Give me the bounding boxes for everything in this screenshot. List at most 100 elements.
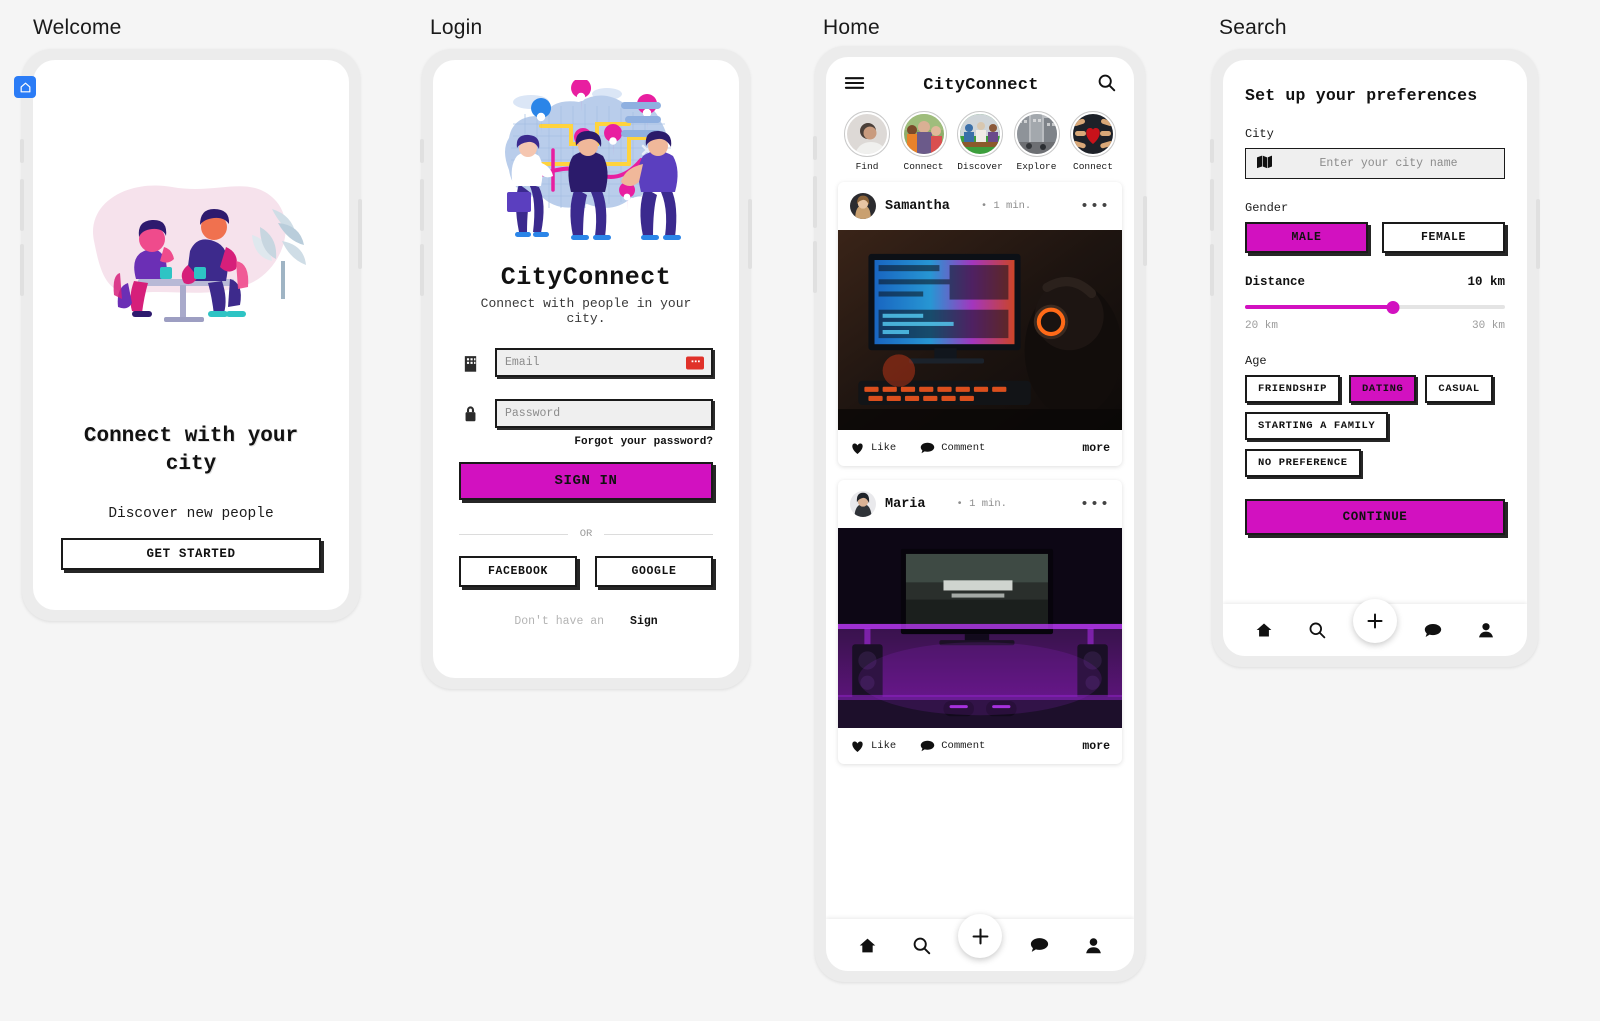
story-item[interactable]: Explore (1010, 111, 1064, 172)
distance-min-label: 20 km (1245, 320, 1279, 332)
forgot-password-link[interactable]: Forgot your password? (459, 436, 713, 448)
post-actions: Like Comment more (838, 728, 1122, 764)
story-item[interactable]: Discover (953, 111, 1007, 172)
more-link[interactable]: more (1082, 442, 1110, 455)
post-actions: Like Comment more (838, 430, 1122, 466)
slider-fill (1245, 305, 1394, 309)
divider-label: OR (579, 528, 593, 540)
distance-slider[interactable] (1245, 299, 1505, 315)
stories-row: Find Connect Discover Explore Connect (826, 105, 1134, 182)
page-title: Set up your preferences (1245, 86, 1478, 105)
city-map-with-people-illustration (504, 80, 681, 240)
gender-options: MALE FEMALE (1245, 222, 1505, 253)
story-item[interactable]: Find (840, 111, 894, 172)
phone-side-button (20, 179, 24, 231)
post-feed: Samantha • 1 min. ••• Like Comment more … (826, 182, 1134, 764)
password-placeholder: Password (505, 407, 561, 420)
phone-side-button (420, 244, 424, 296)
sign-up-link[interactable]: Sign (630, 615, 658, 628)
tab-create[interactable] (1352, 599, 1397, 643)
tab-home[interactable] (1247, 613, 1281, 647)
continue-button[interactable]: CONTINUE (1245, 499, 1505, 535)
search-icon (1309, 622, 1326, 639)
comment-action[interactable]: Comment (920, 441, 985, 455)
tab-profile[interactable] (1469, 613, 1503, 647)
like-action[interactable]: Like (850, 739, 896, 753)
chat-bubble-icon (1030, 938, 1048, 952)
post-image[interactable] (838, 230, 1122, 430)
get-started-button[interactable]: GET STARTED (61, 538, 321, 570)
story-label: Connect (1073, 161, 1113, 172)
more-options-icon[interactable]: ••• (1080, 497, 1110, 512)
search-preferences-screen: Set up your preferences City Enter your … (1223, 60, 1527, 656)
more-link[interactable]: more (1082, 740, 1110, 753)
google-button[interactable]: GOOGLE (595, 556, 713, 587)
post-time: • 1 min. (956, 498, 1007, 510)
avatar[interactable] (850, 193, 876, 219)
login-tagline: Connect with people in your city. (480, 296, 692, 326)
avatar[interactable] (850, 491, 876, 517)
bottom-navigation-home (826, 914, 1134, 971)
screen-title-home: Home (823, 16, 880, 39)
login-app-name: CityConnect (500, 263, 672, 292)
age-option-friendship[interactable]: FRIENDSHIP (1245, 375, 1341, 403)
hands-holding-red-heart (1073, 114, 1113, 154)
phone-frame-welcome: Connect with your city Discover new peop… (20, 49, 362, 621)
city-input[interactable]: Enter your city name (1245, 148, 1505, 179)
welcome-screen: Connect with your city Discover new peop… (33, 60, 349, 610)
divider-line (459, 533, 568, 535)
login-screen: CityConnect Connect with people in your … (433, 60, 739, 678)
tab-create[interactable] (958, 914, 1002, 958)
screen-title-login: Login (430, 16, 483, 39)
story-ring (957, 111, 1003, 157)
search-icon[interactable] (1097, 73, 1116, 97)
comment-action[interactable]: Comment (920, 739, 985, 753)
more-options-icon[interactable]: ••• (1080, 199, 1110, 214)
age-option-starting-a-family[interactable]: STARTING A FAMILY (1245, 412, 1389, 440)
hamburger-menu-icon[interactable] (844, 75, 865, 96)
divider-or: OR (459, 528, 714, 540)
phone-power-button (748, 199, 752, 269)
tab-profile[interactable] (1076, 928, 1110, 962)
woman-dark-hair-avatar (850, 491, 876, 517)
city-placeholder: Enter your city name (1319, 157, 1458, 170)
tab-search[interactable] (1300, 613, 1334, 647)
distance-value: 10 km (1467, 275, 1505, 289)
heart-icon (852, 741, 863, 752)
chat-bubble-icon (1424, 623, 1442, 637)
post-card: Maria • 1 min. ••• Like Comment more (838, 480, 1122, 764)
age-label: Age (1245, 354, 1267, 368)
sign-in-button[interactable]: SIGN IN (459, 462, 713, 500)
tab-search[interactable] (904, 928, 938, 962)
distance-max-label: 30 km (1471, 320, 1505, 332)
home-badge[interactable] (14, 76, 36, 98)
facebook-button[interactable]: FACEBOOK (459, 556, 577, 587)
social-buttons: FACEBOOK GOOGLE (459, 556, 713, 587)
age-option-casual[interactable]: CASUAL (1425, 375, 1493, 403)
story-ring (844, 111, 890, 157)
gender-option-male[interactable]: MALE (1245, 222, 1368, 253)
story-ring (900, 111, 947, 157)
lock-icon (459, 404, 481, 423)
story-label: Find (855, 161, 879, 172)
story-item[interactable]: Connect (1066, 111, 1120, 172)
plus-icon (1367, 613, 1383, 629)
comment-label: Comment (941, 740, 986, 752)
like-action[interactable]: Like (850, 441, 896, 455)
story-item[interactable]: Connect (897, 111, 951, 172)
person-icon (1085, 937, 1101, 953)
tab-home[interactable] (850, 928, 884, 962)
post-image[interactable] (838, 528, 1122, 728)
distance-range: 20 km 30 km (1245, 320, 1505, 332)
email-field[interactable]: Email ▪▪▪ (495, 348, 713, 377)
gender-option-female[interactable]: FEMALE (1382, 222, 1505, 253)
age-option-dating[interactable]: DATING (1349, 375, 1417, 403)
age-option-no-preference[interactable]: NO PREFERENCE (1245, 449, 1361, 477)
like-label: Like (871, 740, 897, 752)
email-badge-icon[interactable]: ▪▪▪ (686, 356, 704, 369)
tab-messages[interactable] (1022, 928, 1056, 962)
distance-header: Distance 10 km (1245, 275, 1505, 289)
tab-messages[interactable] (1416, 613, 1450, 647)
slider-knob[interactable] (1386, 300, 1400, 314)
password-field[interactable]: Password (495, 399, 713, 428)
